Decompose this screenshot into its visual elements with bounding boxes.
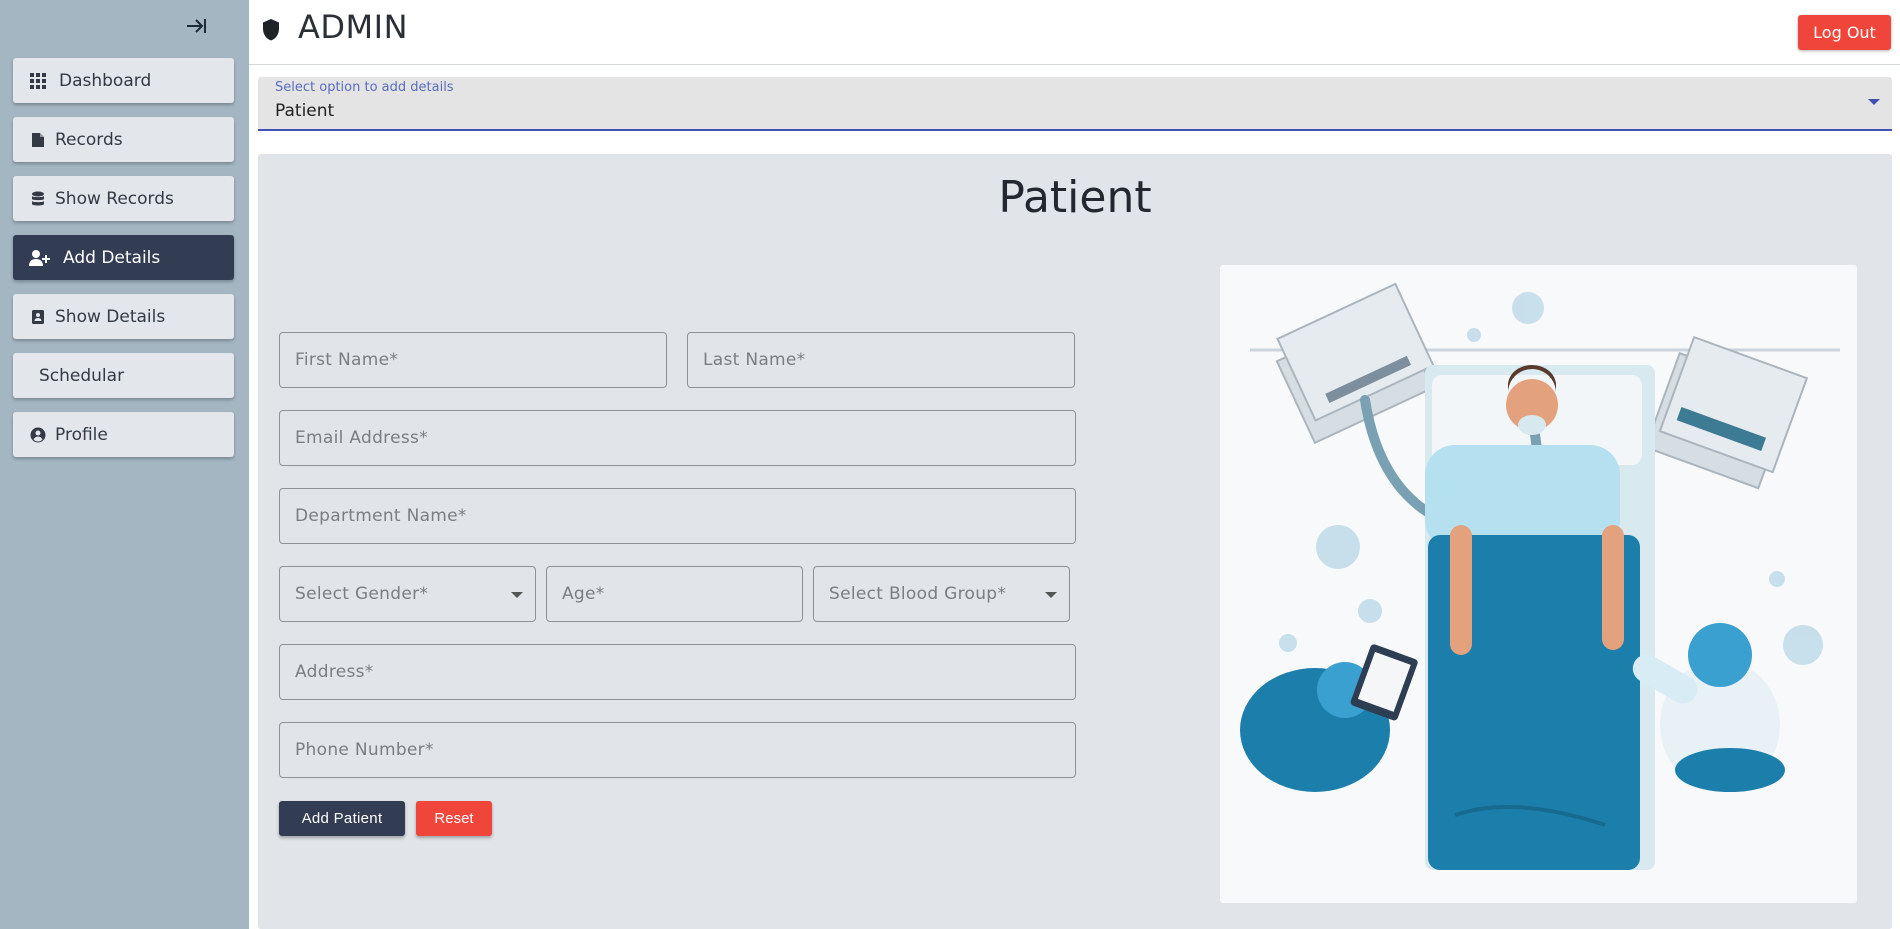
sidebar-item-schedular[interactable]: Schedular (13, 353, 234, 398)
user-plus-icon (29, 249, 51, 267)
address-field[interactable]: Address* (279, 644, 1076, 700)
phone-placeholder: Phone Number* (295, 740, 434, 760)
database-icon (29, 190, 47, 208)
department-field[interactable]: Department Name* (279, 488, 1076, 544)
gender-placeholder: Select Gender* (295, 584, 429, 604)
sidebar-item-label: Show Records (55, 188, 174, 209)
collapse-sidebar-icon[interactable] (184, 14, 208, 38)
sidebar-item-add-details[interactable]: Add Details (13, 235, 234, 280)
department-placeholder: Department Name* (295, 506, 467, 526)
sidebar-item-records[interactable]: Records (13, 117, 234, 162)
first-name-placeholder: First Name* (295, 350, 399, 370)
sidebar-item-label: Add Details (63, 247, 161, 268)
option-select-label: Select option to add details (275, 80, 454, 95)
form-title: Patient (998, 172, 1152, 223)
sidebar-item-show-details[interactable]: Show Details (13, 294, 234, 339)
option-select-value: Patient (275, 101, 335, 121)
age-placeholder: Age* (562, 584, 605, 604)
patient-illustration (1220, 265, 1857, 903)
sidebar-item-label: Records (55, 129, 123, 150)
last-name-field[interactable]: Last Name* (687, 332, 1075, 388)
grid-icon (29, 72, 47, 90)
shield-icon (262, 18, 280, 42)
reset-button[interactable]: Reset (416, 801, 492, 836)
sidebar-item-show-records[interactable]: Show Records (13, 176, 234, 221)
address-placeholder: Address* (295, 662, 374, 682)
chevron-down-icon (511, 592, 523, 598)
blood-group-placeholder: Select Blood Group* (829, 584, 1007, 604)
sidebar-item-label: Profile (55, 424, 108, 445)
blood-group-select[interactable]: Select Blood Group* (813, 566, 1070, 622)
chevron-down-icon (1868, 99, 1880, 105)
logout-button[interactable]: Log Out (1798, 15, 1891, 50)
add-patient-button[interactable]: Add Patient (279, 801, 405, 836)
sidebar: Dashboard Records Show Records Add Detai… (0, 0, 249, 929)
sidebar-item-label: Dashboard (59, 70, 152, 91)
email-placeholder: Email Address* (295, 428, 428, 448)
option-select[interactable]: Select option to add details Patient (258, 77, 1892, 131)
age-field[interactable]: Age* (546, 566, 803, 622)
top-bar (249, 0, 1900, 65)
file-icon (29, 131, 47, 149)
sidebar-item-label: Schedular (39, 365, 125, 386)
chevron-down-icon (1045, 592, 1057, 598)
email-field[interactable]: Email Address* (279, 410, 1076, 466)
contact-card-icon (29, 308, 47, 326)
page-title: ADMIN (298, 8, 409, 46)
phone-field[interactable]: Phone Number* (279, 722, 1076, 778)
last-name-placeholder: Last Name* (703, 350, 806, 370)
user-circle-icon (29, 426, 47, 444)
first-name-field[interactable]: First Name* (279, 332, 667, 388)
sidebar-item-profile[interactable]: Profile (13, 412, 234, 457)
sidebar-item-dashboard[interactable]: Dashboard (13, 58, 234, 103)
sidebar-item-label: Show Details (55, 306, 166, 327)
gender-select[interactable]: Select Gender* (279, 566, 536, 622)
